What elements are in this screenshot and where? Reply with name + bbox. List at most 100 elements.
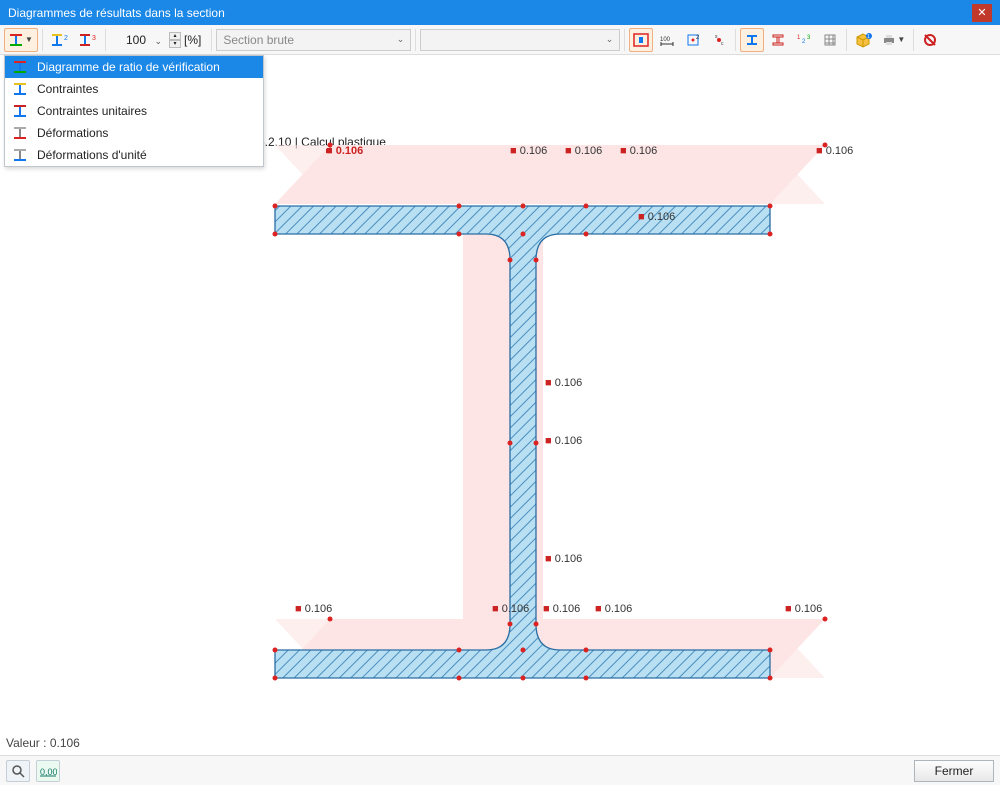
separator — [846, 29, 847, 51]
unit-deform-icon — [11, 148, 29, 162]
zoom-unit: [%] — [184, 33, 201, 47]
zoom-spinner[interactable]: ▴ ▾ — [169, 32, 181, 48]
value-label-web-3: ■ 0.106 — [545, 553, 582, 565]
category-combo[interactable]: ⌄ — [420, 29, 620, 51]
titlebar: Diagrammes de résultats dans la section … — [0, 0, 1000, 25]
menu-item-contraintes[interactable]: Contraintes — [5, 78, 263, 100]
spinner-down-icon[interactable]: ▾ — [169, 40, 181, 48]
zoom-value: 100 — [126, 33, 146, 47]
diagram-type-dropdown[interactable]: ▼ — [4, 28, 38, 52]
toolbar-btn-sigma-2[interactable]: 2 — [47, 28, 73, 52]
value-label-top-2: ■ 0.106 — [510, 145, 547, 157]
btn-outline-section[interactable] — [766, 28, 790, 52]
window-close-button[interactable]: ✕ — [972, 4, 992, 22]
chevron-down-icon: ▼ — [25, 35, 33, 44]
svg-text:2: 2 — [802, 39, 806, 45]
reset-icon — [922, 32, 938, 48]
btn-query[interactable] — [6, 760, 30, 782]
btn-reset[interactable] — [918, 28, 942, 52]
stress-icon — [11, 82, 29, 96]
toolbar-btn-sigma-3[interactable]: 3 — [75, 28, 101, 52]
menu-item-label: Contraintes unitaires — [37, 104, 147, 118]
unit-stress-icon — [11, 104, 29, 118]
separator — [42, 29, 43, 51]
sc-icon: sc — [712, 33, 726, 47]
value-label-bot-2: ■ 0.106 — [492, 603, 529, 615]
separator — [415, 29, 416, 51]
menu-item-label: Diagramme de ratio de vérification — [37, 60, 220, 74]
btn-values[interactable]: 123 — [792, 28, 816, 52]
btn-dimensions[interactable]: 100 — [655, 28, 679, 52]
value-label-bot-5: ■ 0.106 — [785, 603, 822, 615]
btn-fill-section[interactable] — [740, 28, 764, 52]
status-value-label: Valeur — [6, 736, 40, 750]
value-label-web-1: ■ 0.106 — [545, 377, 582, 389]
grid-icon — [823, 33, 837, 47]
btn-stress-points[interactable]: 2 — [681, 28, 705, 52]
chevron-down-icon: ⌄ — [606, 34, 614, 45]
menu-item-label: Déformations — [37, 126, 108, 140]
value-label-bot-4: ■ 0.106 — [595, 603, 632, 615]
section-combo[interactable]: Section brute ⌄ — [216, 29, 411, 51]
chevron-down-icon: ⌄ — [154, 36, 162, 47]
menu-item-contraintes-unitaires[interactable]: Contraintes unitaires — [5, 100, 263, 122]
menu-item-label: Contraintes — [37, 82, 98, 96]
window-title: Diagrammes de résultats dans la section — [8, 6, 225, 20]
separator — [624, 29, 625, 51]
svg-text:c: c — [721, 41, 724, 47]
diagram-type-menu: Diagramme de ratio de vérification Contr… — [4, 55, 264, 167]
close-button-label: Fermer — [935, 764, 974, 778]
menu-item-deformations[interactable]: Déformations — [5, 122, 263, 144]
stress-points-icon: 2 — [686, 33, 700, 47]
cube-icon: 1 — [854, 32, 872, 48]
separator — [105, 29, 106, 51]
menu-item-deformations-unite[interactable]: Déformations d'unité — [5, 144, 263, 166]
svg-text:100: 100 — [660, 37, 671, 43]
zoom-value-combo[interactable]: 100 ⌄ — [116, 33, 166, 47]
toolbar: ▼ 2 3 100 ⌄ ▴ ▾ [%] Section brute ⌄ ⌄ 10… — [0, 25, 1000, 55]
separator — [211, 29, 212, 51]
value-label-top-4: ■ 0.106 — [620, 145, 657, 157]
svg-text:3: 3 — [807, 35, 811, 41]
value-label-top-3: ■ 0.106 — [565, 145, 602, 157]
svg-text:2: 2 — [696, 35, 700, 41]
dimensions-icon: 100 — [659, 33, 675, 47]
btn-decimal[interactable]: 0,00 — [36, 760, 60, 782]
zoom-control: 100 ⌄ ▴ ▾ [%] — [116, 32, 201, 48]
status-value: Valeur : 0.106 — [0, 730, 86, 755]
btn-sc[interactable]: sc — [707, 28, 731, 52]
ratio-icon — [11, 60, 29, 74]
chevron-down-icon: ⌄ — [397, 34, 405, 45]
outline-icon — [771, 33, 785, 47]
status-value-text: 0.106 — [50, 736, 80, 750]
chevron-down-icon: ▼ — [897, 35, 905, 44]
menu-item-label: Déformations d'unité — [37, 148, 147, 162]
btn-3d-view[interactable]: 1 — [851, 28, 875, 52]
deform-icon — [11, 126, 29, 140]
spinner-up-icon[interactable]: ▴ — [169, 32, 181, 40]
value-label-bot-1: ■ 0.106 — [295, 603, 332, 615]
value-label-top-5: ■ 0.106 — [816, 145, 853, 157]
separator — [735, 29, 736, 51]
magnifier-icon — [11, 764, 25, 778]
section-i-icon — [9, 33, 23, 47]
section-combo-value: Section brute — [223, 33, 294, 47]
printer-icon — [881, 33, 897, 47]
svg-text:1: 1 — [867, 34, 870, 40]
separator — [913, 29, 914, 51]
svg-text:2: 2 — [64, 35, 68, 42]
sigma2-icon: 2 — [50, 33, 70, 47]
value-label-bot-3: ■ 0.106 — [543, 603, 580, 615]
sigma3-icon: 3 — [78, 33, 98, 47]
close-button[interactable]: Fermer — [914, 760, 994, 782]
bottom-bar: 0,00 Fermer — [0, 755, 1000, 785]
show-section-icon — [633, 33, 649, 47]
value-label-flange-top: ■ 0.106 — [638, 211, 675, 223]
menu-item-ratio[interactable]: Diagramme de ratio de vérification — [5, 56, 263, 78]
btn-print-dropdown[interactable]: ▼ — [877, 28, 909, 52]
svg-text:3: 3 — [92, 35, 96, 42]
btn-grid[interactable] — [818, 28, 842, 52]
btn-show-section[interactable] — [629, 28, 653, 52]
fill-icon — [745, 33, 759, 47]
decimal-icon: 0,00 — [39, 765, 57, 777]
